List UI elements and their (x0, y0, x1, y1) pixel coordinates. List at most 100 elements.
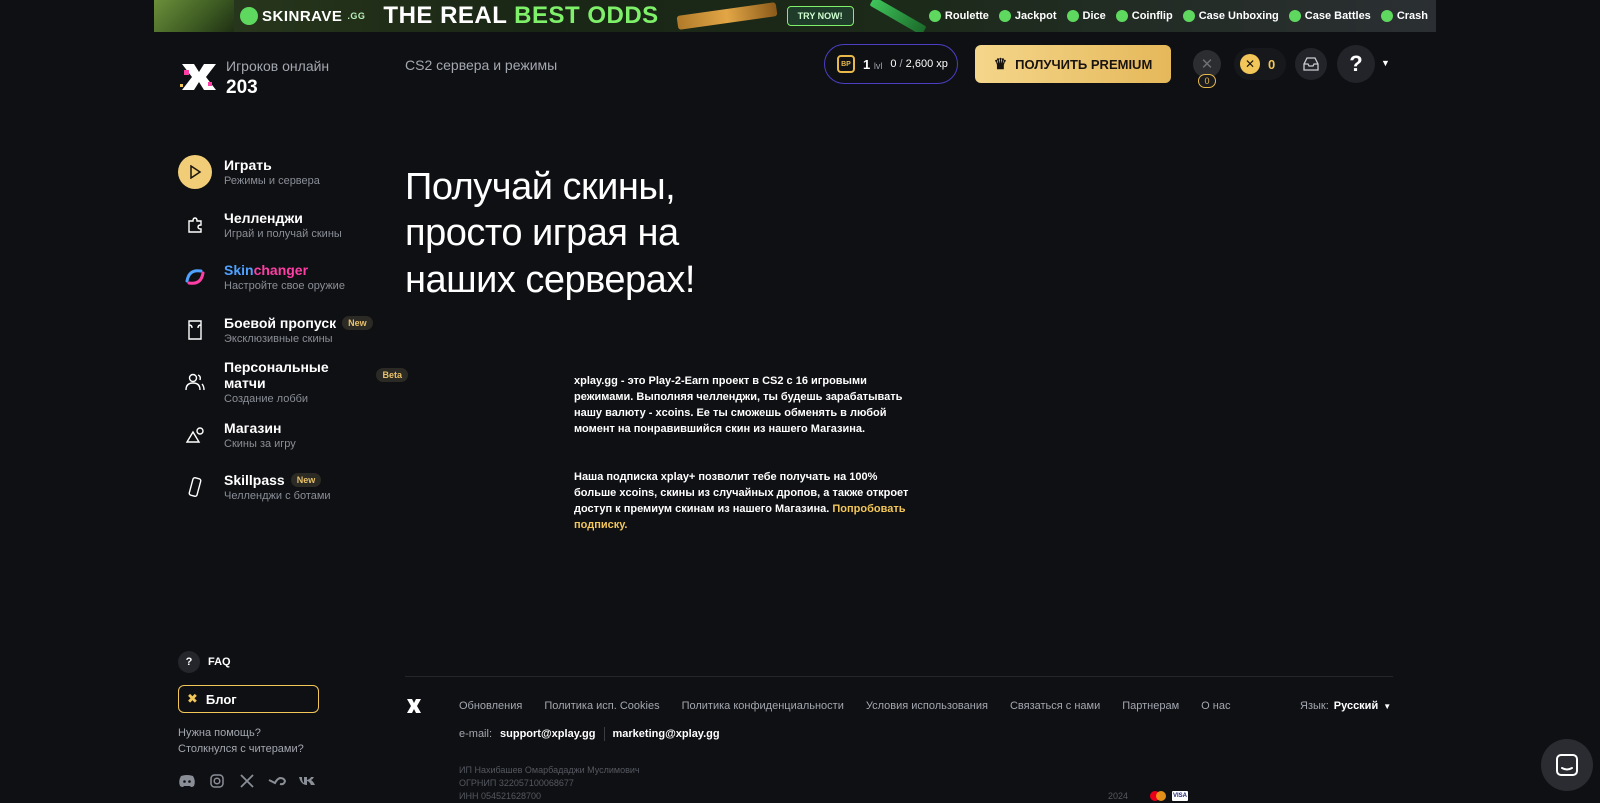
puzzle-icon (178, 208, 212, 242)
xplay-logo-icon[interactable] (178, 56, 220, 98)
blog-label: Блог (205, 691, 237, 707)
sidebar-item-skinchanger[interactable]: Skin changer Настройте свое оружие (178, 251, 408, 304)
inbox-button[interactable] (1295, 48, 1327, 80)
sidebar-item-subtitle: Режимы и сервера (224, 175, 320, 188)
bp-xp-unit: xp (936, 58, 948, 70)
new-badge: New (342, 315, 373, 330)
sidebar-item-challenges[interactable]: Челленджи Играй и получай скины (178, 199, 408, 252)
nav-servers-link[interactable]: CS2 сервера и режимы (405, 57, 557, 73)
chevron-down-icon[interactable]: ▼ (1381, 58, 1390, 68)
language-selector[interactable]: Язык: Русский ▼ (1300, 700, 1391, 712)
footer-link-about[interactable]: О нас (1201, 700, 1230, 712)
battle-pass-icon: BP (837, 55, 855, 73)
banner-headline-b: BEST ODDS (514, 2, 659, 29)
sidebar-item-title: Магазин (224, 419, 282, 436)
marketing-email-link[interactable]: marketing@xplay.gg (613, 728, 720, 740)
report-cheaters-link[interactable]: Столкнулся с читерами? (178, 741, 304, 757)
sidebar-item-play[interactable]: Играть Режимы и сервера (178, 146, 408, 199)
premium-label: ПОЛУЧИТЬ PREMIUM (1015, 56, 1153, 72)
help-menu-button[interactable]: ? (1337, 45, 1375, 83)
email-label: e-mail: (459, 728, 493, 740)
shapes-icon (178, 418, 212, 452)
bp-level: 1 lvl (863, 57, 882, 72)
xcoins-balance[interactable]: ✕ 0 (1234, 48, 1286, 80)
payment-methods: VISA (1150, 791, 1188, 801)
faq-link[interactable]: ? FAQ (178, 651, 231, 673)
hero-title: Получай скины, просто играя на наших сер… (405, 164, 765, 303)
sidebar-nav: Играть Режимы и сервера Челленджи Играй … (178, 146, 408, 514)
phone-icon (178, 470, 212, 504)
hero-paragraph-2: Наша подписка xplay+ позволит тебе получ… (574, 469, 914, 533)
need-help-link[interactable]: Нужна помощь? (178, 725, 304, 741)
diamond-icon (998, 10, 1011, 22)
sidebar-item-title: Челленджи (224, 209, 303, 226)
get-premium-button[interactable]: ♛ ПОЛУЧИТЬ PREMIUM (975, 45, 1171, 83)
discord-icon[interactable] (178, 772, 196, 790)
bp-xp-current: 0 (890, 58, 897, 70)
users-icon (178, 365, 212, 399)
bp-xp: 0 / 2,600 xp (890, 58, 948, 70)
x-twitter-icon[interactable] (238, 772, 256, 790)
hero-paragraph-1: xplay.gg - это Play-2-Earn проект в CS2 … (574, 375, 903, 435)
banner-brand-name: SKINRAVE (262, 7, 343, 25)
sidebar-item-battle-pass[interactable]: Боевой пропуск New Эксклюзивные скины (178, 304, 408, 357)
steam-icon[interactable] (268, 772, 286, 790)
banner-soldier-image (154, 0, 234, 32)
banner-try-now-button[interactable]: TRY NOW! (786, 6, 854, 26)
footer-link-partners[interactable]: Партнерам (1122, 700, 1179, 712)
xcoin-icon: ✕ (1240, 54, 1260, 74)
banner-game-jackpot[interactable]: Jackpot (998, 10, 1057, 22)
footer-link-terms[interactable]: Условия использования (866, 700, 988, 712)
vk-icon[interactable] (298, 772, 316, 790)
banner-game-label: Dice (1082, 10, 1106, 22)
new-badge: New (290, 473, 322, 488)
footer-link-updates[interactable]: Обновления (459, 700, 522, 712)
xplay-logo-icon: ✖ (187, 691, 198, 706)
banner-headline-a: THE REAL (383, 2, 515, 29)
faq-label: FAQ (208, 656, 231, 668)
banner-game-roulette[interactable]: Roulette (928, 10, 989, 22)
banner-game-label: Jackpot (1014, 10, 1057, 22)
language-label: Язык: (1300, 700, 1329, 712)
battle-pass-progress[interactable]: BP 1 lvl 0 / 2,600 xp (824, 44, 958, 84)
crown-icon: ♛ (993, 56, 1008, 73)
sidebar-item-subtitle: Играй и получай скины (224, 227, 342, 240)
skinchanger-title-b: changer (253, 262, 309, 279)
skinchanger-title-a: Skin (224, 262, 254, 279)
support-chat-button[interactable] (1541, 739, 1593, 791)
legal-owner: ИП Нахибашев Омарбададжи Муслимович (459, 765, 640, 775)
sidebar-item-title: Skillpass (224, 472, 285, 489)
banner-game-dice[interactable]: Dice (1066, 10, 1106, 22)
banner-game-label: Coinflip (1131, 10, 1173, 22)
bp-level-unit: lvl (873, 60, 883, 71)
sidebar-item-private-matches[interactable]: Персональные матчи Beta Создание лобби (178, 356, 408, 409)
banner-game-coinflip[interactable]: Coinflip (1115, 10, 1173, 22)
sidebar-item-shop[interactable]: Магазин Скины за игру (178, 409, 408, 462)
sidebar-item-title: Играть (224, 157, 272, 174)
banner-game-case-battles[interactable]: Case Battles (1288, 10, 1371, 22)
instagram-icon[interactable] (208, 772, 226, 790)
language-value: Русский (1333, 700, 1379, 712)
footer-link-cookies[interactable]: Политика исп. Cookies (544, 700, 659, 712)
play-icon (178, 155, 212, 190)
ad-banner[interactable]: SKINRAVE .GG THE REAL BEST ODDS TRY NOW! … (154, 0, 1436, 32)
banner-game-crash[interactable]: Crash (1380, 10, 1428, 22)
rocket-icon (1380, 10, 1393, 22)
banner-game-label: Case Unboxing (1198, 10, 1279, 22)
visa-icon: VISA (1172, 791, 1188, 801)
email-separator (603, 727, 605, 741)
sidebar-item-subtitle: Челленджи с ботами (224, 490, 331, 503)
banner-game-case-unboxing[interactable]: Case Unboxing (1182, 10, 1279, 22)
online-count: 203 (226, 77, 258, 98)
hero-title-line: Получай скины, (405, 166, 676, 208)
xcoins-value: 0 (1268, 56, 1276, 72)
footer-link-contact[interactable]: Связаться с нами (1010, 700, 1100, 712)
footer-link-privacy[interactable]: Политика конфиденциальности (682, 700, 844, 712)
blog-button[interactable]: ✖ Блог (178, 685, 319, 713)
legal-inn: ИНН 054521628700 (459, 791, 542, 801)
footer-logo-icon[interactable] (405, 697, 423, 715)
sidebar-item-skillpass[interactable]: Skillpass New Челленджи с ботами (178, 461, 408, 514)
online-counter: Игроков онлайн 203 (226, 58, 329, 99)
support-email-link[interactable]: support@xplay.gg (500, 728, 595, 740)
footer-links: Обновления Политика исп. Cookies Политик… (459, 700, 1230, 712)
